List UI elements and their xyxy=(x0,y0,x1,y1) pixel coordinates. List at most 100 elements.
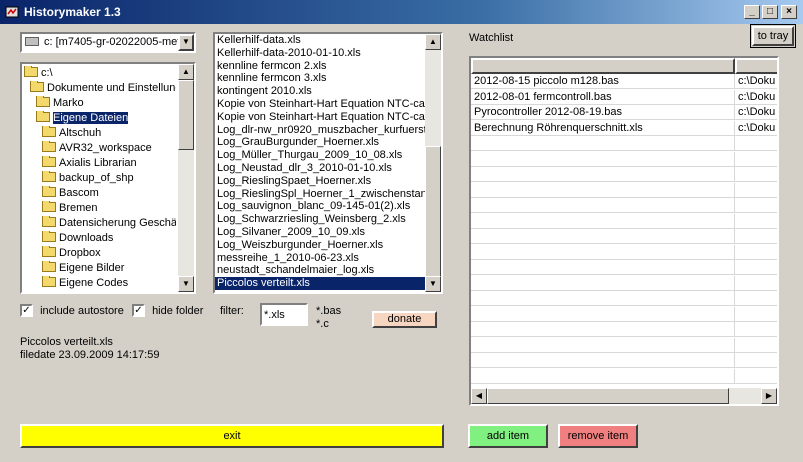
file-list-item[interactable]: Log_Müller_Thurgau_2009_10_08.xls xyxy=(215,149,425,162)
folder-tree-item[interactable]: Downloads xyxy=(42,231,176,246)
donate-button[interactable]: donate xyxy=(372,311,437,328)
table-row[interactable] xyxy=(471,198,777,213)
watchlist-grid[interactable]: 2012-08-15 piccolo m128.bas c:\Doku 2012-0… xyxy=(469,56,779,406)
app-icon xyxy=(5,6,19,18)
file-list-item[interactable]: Log_sauvignon_blanc_09-145-01(2).xls xyxy=(215,200,425,213)
file-list-item[interactable]: kennline fermcon 3.xls xyxy=(215,72,425,85)
folder-tree-item[interactable]: AVR32_workspace xyxy=(42,141,176,156)
scroll-left-icon[interactable]: ◀ xyxy=(471,388,487,404)
checkbox-checked-icon[interactable]: ✓ xyxy=(132,304,145,317)
file-list-item[interactable]: Kopie von Steinhart-Hart Equation NTC-ca… xyxy=(215,111,425,124)
scroll-thumb[interactable] xyxy=(487,388,729,404)
close-button[interactable]: × xyxy=(781,5,797,19)
file-list-scrollbar[interactable]: ▲ ▼ xyxy=(425,34,441,292)
table-row[interactable] xyxy=(471,136,777,151)
table-row[interactable] xyxy=(471,151,777,167)
include-autostore-checkbox[interactable]: ✓ include autostore xyxy=(20,304,124,317)
file-list-item[interactable]: kennline fermcon 2.xls xyxy=(215,60,425,73)
title-bar[interactable]: Historymaker 1.3 _ □ × xyxy=(0,0,803,24)
exit-button[interactable]: exit xyxy=(20,424,444,448)
scroll-right-icon[interactable]: ▶ xyxy=(761,388,777,404)
chevron-down-icon[interactable]: ▼ xyxy=(178,34,194,51)
filter-label: filter: xyxy=(220,305,244,317)
file-list-item[interactable]: messreihe_1_2010-06-23.xls xyxy=(215,252,425,265)
folder-tree-item-label: AVR32_workspace xyxy=(59,142,152,154)
table-row[interactable] xyxy=(471,275,777,291)
folder-tree-item[interactable]: Marko xyxy=(36,96,176,111)
maximize-button[interactable]: □ xyxy=(762,5,778,19)
file-list-item[interactable]: Kopie von Steinhart-Hart Equation NTC-ca… xyxy=(215,98,425,111)
folder-tree-item[interactable]: backup_of_shp xyxy=(42,171,176,186)
scroll-thumb[interactable] xyxy=(425,146,441,278)
table-row[interactable] xyxy=(471,306,777,322)
table-row[interactable]: 2012-08-01 fermcontroll.bas c:\Doku xyxy=(471,89,777,105)
file-list-item[interactable]: Log_Neustad_dlr_3_2010-01-10.xls xyxy=(215,162,425,175)
file-list-item[interactable]: Log_Schwarzriesling_Weinsberg_2.xls xyxy=(215,213,425,226)
folder-tree-item[interactable]: Bremen xyxy=(42,201,176,216)
scroll-up-icon[interactable]: ▲ xyxy=(178,64,194,80)
to-tray-button[interactable]: to tray xyxy=(750,24,796,48)
hide-folder-checkbox[interactable]: ✓ hide folder xyxy=(132,304,203,317)
checkbox-checked-icon[interactable]: ✓ xyxy=(20,304,33,317)
add-item-button[interactable]: add item xyxy=(468,424,548,448)
watchlist-path-cell xyxy=(735,136,777,151)
scroll-down-icon[interactable]: ▼ xyxy=(178,276,194,292)
scroll-down-icon[interactable]: ▼ xyxy=(425,276,441,292)
file-list-item[interactable]: Log_dlr-nw_nr0920_muszbacher_kurfuerst ( xyxy=(215,124,425,137)
folder-tree-scrollbar[interactable]: ▲ ▼ xyxy=(178,64,194,292)
table-row[interactable] xyxy=(471,353,777,368)
folder-tree-item[interactable]: Dokumente und Einstellungen xyxy=(30,81,176,96)
table-row[interactable]: Berechnung Röhrenquerschnitt.xls c:\Doku xyxy=(471,120,777,136)
table-row[interactable]: 2012-08-15 piccolo m128.bas c:\Doku xyxy=(471,74,777,89)
grid-header-path[interactable] xyxy=(735,58,777,74)
watchlist-path-cell xyxy=(735,260,777,275)
file-list-item[interactable]: neustadt_schandelmaier_log.xls xyxy=(215,264,425,277)
table-row[interactable] xyxy=(471,229,777,244)
folder-tree-item[interactable]: Dropbox xyxy=(42,246,176,261)
table-row[interactable] xyxy=(471,291,777,306)
scroll-thumb[interactable] xyxy=(178,80,194,150)
folder-tree-item[interactable]: Axialis Librarian xyxy=(42,156,176,171)
remove-item-button[interactable]: remove item xyxy=(558,424,638,448)
file-list-item[interactable]: Log_Weiszburgunder_Hoerner.xls xyxy=(215,239,425,252)
folder-icon xyxy=(42,216,56,227)
file-list-item[interactable]: Log_RieslingSpl_Hoerner_1_zwischenstand xyxy=(215,188,425,201)
scroll-up-icon[interactable]: ▲ xyxy=(425,34,441,50)
folder-tree[interactable]: c:\ Dokumente und Einstellungen Marko Eigen… xyxy=(20,62,196,294)
table-row[interactable] xyxy=(471,167,777,182)
file-list-item[interactable]: Log_Silvaner_2009_10_09.xls xyxy=(215,226,425,239)
table-row[interactable] xyxy=(471,337,777,353)
file-list-item[interactable]: Kellerhilf-data.xls xyxy=(215,34,425,47)
table-row[interactable]: Pyrocontroller 2012-08-19.bas c:\Doku xyxy=(471,105,777,120)
folder-tree-item[interactable]: Eigene Dateien xyxy=(36,111,176,126)
folder-tree-item-label: Dropbox xyxy=(59,247,101,259)
folder-tree-item[interactable]: Datensicherung Geschäft xyxy=(42,216,176,231)
file-list-item[interactable]: Kellerhilf-data-2010-01-10.xls xyxy=(215,47,425,60)
table-row[interactable] xyxy=(471,244,777,260)
table-row[interactable] xyxy=(471,182,777,198)
folder-tree-item-label: c:\ xyxy=(41,67,53,79)
folder-tree-item[interactable]: c:\ xyxy=(24,66,176,81)
watchlist-path-cell: c:\Doku xyxy=(738,121,776,134)
file-list-item[interactable]: Piccolos verteilt.xls xyxy=(215,277,425,291)
file-list-item[interactable]: Log_RieslingSpaet_Hoerner.xls xyxy=(215,175,425,188)
folder-tree-item[interactable]: Eigene Codes xyxy=(42,276,176,291)
watchlist-hscrollbar[interactable]: ◀ ▶ xyxy=(471,388,777,404)
grid-header-name[interactable] xyxy=(471,58,735,74)
window-title: Historymaker 1.3 xyxy=(24,5,121,19)
drive-select[interactable]: c: [m7405-gr-02022005-met] ▼ xyxy=(20,32,196,53)
folder-tree-item[interactable]: Eigene Bilder xyxy=(42,261,176,276)
file-list-item[interactable]: kontingent 2010.xls xyxy=(215,85,425,98)
table-row[interactable] xyxy=(471,322,777,337)
table-row[interactable] xyxy=(471,368,777,384)
minimize-button[interactable]: _ xyxy=(744,5,760,19)
file-list[interactable]: Kellerhilf-data.xls Kellerhilf-data-2010-… xyxy=(213,32,443,294)
table-row[interactable] xyxy=(471,260,777,275)
folder-tree-item[interactable]: Altschuh xyxy=(42,126,176,141)
file-list-item[interactable]: Log_GrauBurgunder_Hoerner.xls xyxy=(215,136,425,149)
filter-input[interactable] xyxy=(260,303,308,326)
table-row[interactable] xyxy=(471,213,777,229)
drive-value: c: [m7405-gr-02022005-met] xyxy=(44,36,180,48)
selected-filename: Piccolos verteilt.xls xyxy=(20,336,113,348)
folder-tree-item[interactable]: Bascom xyxy=(42,186,176,201)
